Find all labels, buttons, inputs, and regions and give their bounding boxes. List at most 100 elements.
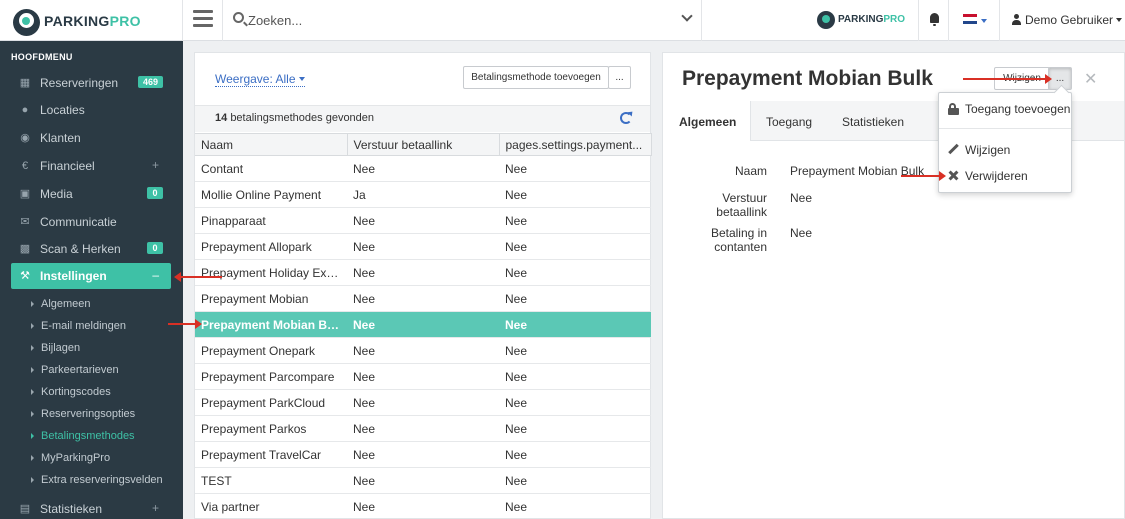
expand-icon: + xyxy=(151,501,159,515)
cell-payment-setting: Nee xyxy=(499,441,651,468)
parkingpro-logo-icon xyxy=(817,11,835,29)
table-row[interactable]: Prepayment Mobian Bulk Nee Nee xyxy=(195,311,651,338)
tab-toegang[interactable]: Toegang xyxy=(766,115,812,129)
table-header-row: Naam Verstuur betaallink pages.settings.… xyxy=(195,133,652,156)
column-header-naam[interactable]: Naam xyxy=(195,133,348,156)
table-row[interactable]: Prepayment Holiday Extr... Nee Nee xyxy=(195,259,651,286)
payment-methods-table: Naam Verstuur betaallink pages.settings.… xyxy=(195,133,652,519)
cell-verstuur-betaallink: Ja xyxy=(347,181,499,208)
cell-naam: TEST xyxy=(195,467,347,494)
result-count-bar: 14 betalingsmethodes gevonden xyxy=(195,105,650,132)
table-row[interactable]: Prepayment Onepark Nee Nee xyxy=(195,337,651,364)
chevron-down-icon[interactable] xyxy=(681,10,693,22)
table-row[interactable]: Prepayment TravelCar Nee Nee xyxy=(195,441,651,468)
annotation-arrow xyxy=(168,319,202,329)
annotation-arrow xyxy=(174,272,222,282)
tab-statistieken[interactable]: Statistieken xyxy=(842,115,904,129)
sidebar-item-communicatie[interactable]: ✉ Communicatie xyxy=(11,209,171,235)
cell-verstuur-betaallink: Nee xyxy=(347,363,499,390)
cell-payment-setting: Nee xyxy=(499,415,651,442)
cell-payment-setting: Nee xyxy=(499,311,651,338)
refresh-icon[interactable] xyxy=(620,112,632,124)
field-label-verstuur-betaallink: Verstuur betaallink xyxy=(716,191,767,219)
cell-naam: Prepayment Mobian Bulk xyxy=(195,311,347,338)
sidebar-item-scan-herken[interactable]: ▩ Scan & Herken 0 xyxy=(11,236,171,262)
cell-payment-setting: Nee xyxy=(499,181,651,208)
tenant-logo: PARKINGPRO xyxy=(817,11,917,31)
user-menu[interactable]: Demo Gebruiker xyxy=(1012,13,1123,27)
cell-verstuur-betaallink: Nee xyxy=(347,415,499,442)
expand-icon: + xyxy=(151,158,159,172)
search-bar xyxy=(222,0,702,41)
cell-payment-setting: Nee xyxy=(499,233,651,260)
cell-verstuur-betaallink: Nee xyxy=(347,389,499,416)
user-name: Demo Gebruiker xyxy=(1025,13,1114,27)
bell-icon xyxy=(930,13,939,26)
cell-payment-setting: Nee xyxy=(499,259,651,286)
sidebar-item-locaties[interactable]: ● Locaties xyxy=(11,97,171,123)
sidebar-item-reserveringen[interactable]: ▦ Reserveringen 469 xyxy=(11,70,171,96)
notifications-button[interactable] xyxy=(918,0,948,41)
detail-title: Prepayment Mobian Bulk xyxy=(682,67,933,90)
table-row[interactable]: Prepayment Parkos Nee Nee xyxy=(195,415,651,442)
field-label-naam: Naam xyxy=(734,164,767,178)
times-icon xyxy=(948,170,959,181)
cell-verstuur-betaallink: Nee xyxy=(347,155,499,182)
cell-naam: Prepayment Allopark xyxy=(195,233,347,260)
close-icon[interactable]: ✕ xyxy=(1084,69,1097,89)
annotation-arrow xyxy=(963,74,1052,84)
add-access-menu-item[interactable]: Toegang toevoegen xyxy=(939,98,1071,120)
delete-menu-item[interactable]: Verwijderen xyxy=(939,165,1071,187)
cell-verstuur-betaallink: Nee xyxy=(347,285,499,312)
dutch-flag-icon xyxy=(963,14,977,24)
cell-verstuur-betaallink: Nee xyxy=(347,467,499,494)
table-row[interactable]: Via partner Nee Nee xyxy=(195,493,651,519)
view-filter-dropdown[interactable]: Weergave: Alle xyxy=(215,72,305,87)
search-input[interactable] xyxy=(248,11,668,29)
caret-down-icon xyxy=(298,77,305,81)
sidebar-item-financieel[interactable]: € Financieel + xyxy=(11,153,171,179)
table-row[interactable]: TEST Nee Nee xyxy=(195,467,651,494)
sidebar-item-klanten[interactable]: ◉ Klanten xyxy=(11,125,171,151)
wrench-icon: ⚒ xyxy=(20,270,30,282)
column-header-payment-setting[interactable]: pages.settings.payment... xyxy=(499,133,652,156)
sidebar-title: HOOFDMENU xyxy=(11,52,73,62)
cell-payment-setting: Nee xyxy=(499,363,651,390)
euro-icon: € xyxy=(21,160,29,172)
cell-verstuur-betaallink: Nee xyxy=(347,233,499,260)
cell-verstuur-betaallink: Nee xyxy=(347,337,499,364)
table-row[interactable]: Prepayment Mobian Nee Nee xyxy=(195,285,651,312)
table-row[interactable]: Contant Nee Nee xyxy=(195,155,651,182)
brand-logo[interactable]: PARKINGPRO xyxy=(0,0,183,41)
language-selector[interactable] xyxy=(948,0,1000,41)
edit-menu-item[interactable]: Wijzigen xyxy=(939,139,1071,161)
field-label-betaling-in-contanten: Betaling in contanten xyxy=(710,226,767,254)
lock-icon xyxy=(948,103,959,115)
caret-right-icon xyxy=(31,345,34,351)
table-row[interactable]: Prepayment Allopark Nee Nee xyxy=(195,233,651,260)
more-options-button[interactable]: ... xyxy=(608,66,631,89)
tab-algemeen[interactable]: Algemeen xyxy=(679,115,736,129)
table-row[interactable]: Mollie Online Payment Ja Nee xyxy=(195,181,651,208)
sidebar-item-instellingen[interactable]: ⚒ Instellingen – xyxy=(11,263,171,289)
table-row[interactable]: Pinapparaat Nee Nee xyxy=(195,207,651,234)
actions-dropdown-menu: Toegang toevoegen Wijzigen Verwijderen xyxy=(938,92,1072,193)
column-header-verstuur-betaallink[interactable]: Verstuur betaallink xyxy=(347,133,500,156)
cell-naam: Prepayment Onepark xyxy=(195,337,347,364)
caret-right-icon xyxy=(31,433,34,439)
table-row[interactable]: Prepayment ParkCloud Nee Nee xyxy=(195,389,651,416)
cell-naam: Mollie Online Payment xyxy=(195,181,347,208)
sidebar-item-media[interactable]: ▣ Media 0 xyxy=(11,181,171,207)
menu-toggle-icon[interactable] xyxy=(193,10,213,30)
cell-payment-setting: Nee xyxy=(499,389,651,416)
camera-icon: ▩ xyxy=(19,243,31,255)
parkingpro-logo-icon xyxy=(13,9,40,36)
add-payment-method-button[interactable]: Betalingsmethode toevoegen xyxy=(463,66,609,89)
cell-naam: Via partner xyxy=(195,493,347,519)
table-row[interactable]: Prepayment Parcompare Nee Nee xyxy=(195,363,651,390)
map-marker-icon: ● xyxy=(21,104,29,116)
user-icon xyxy=(1012,14,1021,25)
calendar-icon: ▦ xyxy=(19,77,31,89)
cell-verstuur-betaallink: Nee xyxy=(347,493,499,519)
sidebar-item-statistieken[interactable]: ▤ Statistieken + xyxy=(11,496,171,519)
